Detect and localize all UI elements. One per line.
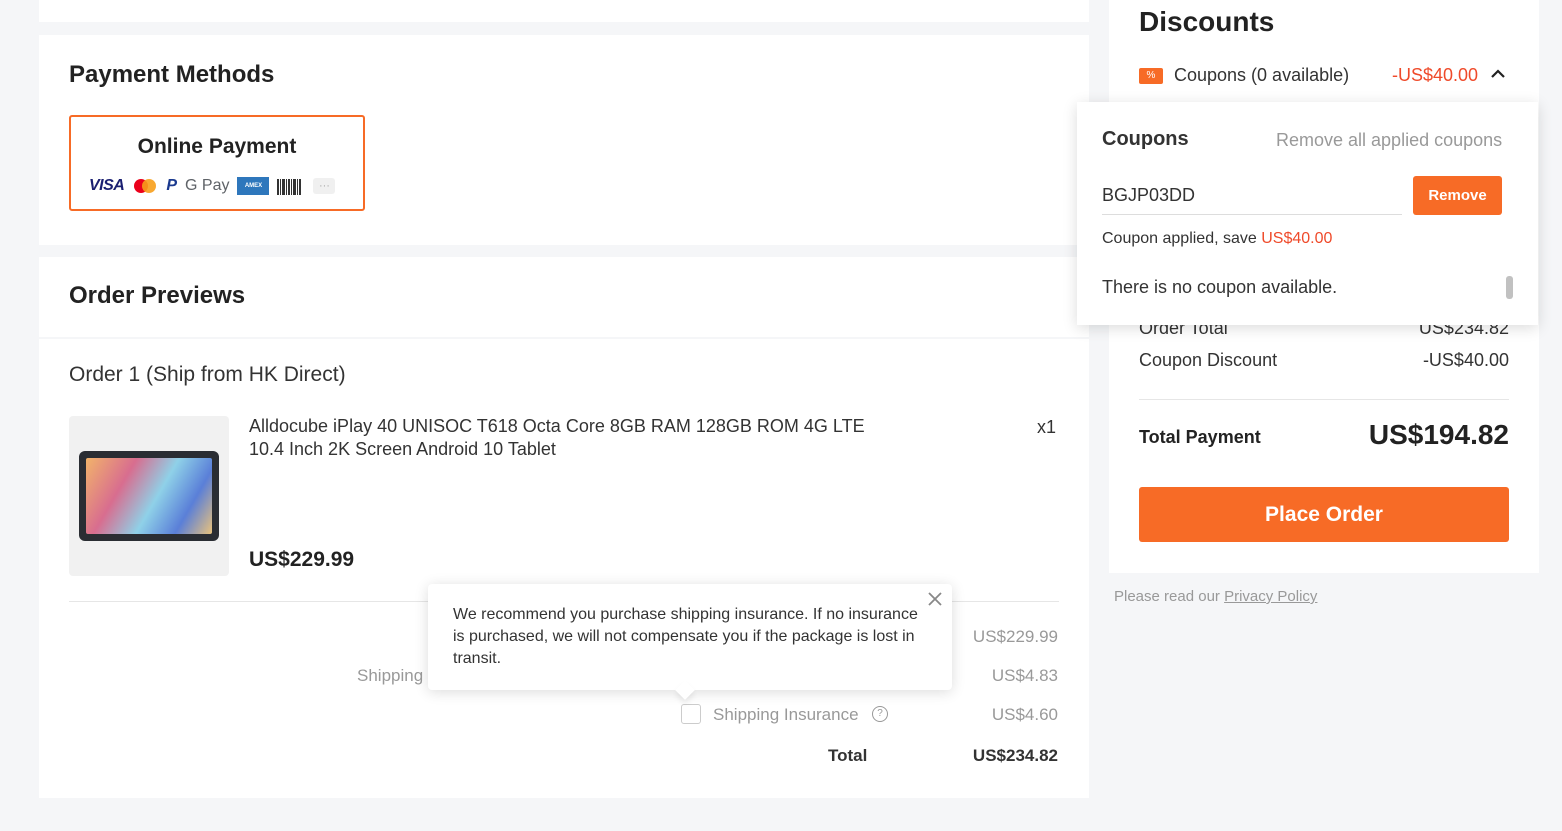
total-payment-label: Total Payment <box>1139 427 1261 447</box>
popup-scrollbar[interactable] <box>1506 276 1513 299</box>
applied-prefix: Coupon applied, save <box>1102 230 1262 247</box>
tooltip-text: We recommend you purchase shipping insur… <box>453 606 918 667</box>
privacy-prefix: Please read our <box>1114 588 1225 605</box>
mastercard-icon <box>134 179 157 193</box>
amex-icon: AMEX <box>237 177 270 195</box>
no-coupon-message: There is no coupon available. <box>1102 277 1338 297</box>
remove-coupon-button[interactable]: Remove <box>1413 176 1502 215</box>
order-label: Order 1 (Ship from HK Direct) <box>69 363 346 386</box>
coupon-discount-value: -US$40.00 <box>1422 350 1509 370</box>
close-icon[interactable] <box>924 588 946 617</box>
paypal-icon: P <box>166 177 178 194</box>
shipping-insurance-value: US$4.60 <box>991 705 1058 724</box>
insurance-tooltip: We recommend you purchase shipping insur… <box>428 584 952 700</box>
tablet-picture <box>79 451 219 541</box>
remove-all-coupons-link[interactable]: Remove all applied coupons <box>1276 130 1502 151</box>
payment-methods-section: Payment Methods Online Payment VISA P G … <box>39 35 1089 245</box>
place-order-button[interactable]: Place Order <box>1139 487 1509 542</box>
online-payment-label: Online Payment <box>137 135 297 158</box>
product-name[interactable]: Alldocube iPlay 40 UNISOC T618 Octa Core… <box>249 415 869 461</box>
coupon-icon: % <box>1139 68 1163 84</box>
applied-amount: US$40.00 <box>1261 230 1333 247</box>
order-total-value: US$234.82 <box>972 746 1058 765</box>
product-image[interactable] <box>69 416 229 576</box>
visa-icon: VISA <box>89 177 125 194</box>
divider <box>1139 399 1509 400</box>
boleto-icon <box>277 177 305 195</box>
previous-section-card <box>39 0 1089 22</box>
product-quantity: x1 <box>1037 417 1057 437</box>
payment-icons: VISA P G Pay AMEX ··· <box>89 175 336 197</box>
coupon-code-input[interactable] <box>1102 176 1402 215</box>
coupon-discount-label: Coupon Discount <box>1139 350 1278 370</box>
coupons-amount[interactable]: -US$40.00 <box>1392 65 1478 86</box>
order-previews-title: Order Previews <box>69 282 246 309</box>
product-price: US$229.99 <box>249 548 355 571</box>
discounts-title: Discounts <box>1139 6 1275 37</box>
coupon-popup-title: Coupons <box>1102 128 1189 150</box>
coupon-popup: Coupons Remove all applied coupons Remov… <box>1077 102 1538 325</box>
order-total-label: Total <box>828 746 868 765</box>
privacy-notice: Please read our Privacy Policy <box>1114 588 1317 605</box>
more-icon: ··· <box>313 178 336 194</box>
help-icon[interactable]: ? <box>872 706 888 722</box>
google-pay-icon: G Pay <box>185 177 230 194</box>
online-payment-option[interactable]: Online Payment VISA P G Pay AMEX ··· <box>69 115 365 211</box>
privacy-policy-link[interactable]: Privacy Policy <box>1224 588 1317 605</box>
shipping-insurance-checkbox[interactable] <box>681 704 701 724</box>
order-card: Order 1 (Ship from HK Direct) Alldocube … <box>39 339 1089 798</box>
coupons-toggle[interactable]: Coupons (0 available) <box>1174 65 1349 86</box>
coupon-applied-message: Coupon applied, save US$40.00 <box>1102 230 1332 248</box>
total-payment-value: US$194.82 <box>1368 419 1509 450</box>
order-previews-header: Order Previews <box>39 257 1089 337</box>
shipping-label: Shipping <box>357 666 424 685</box>
chevron-up-icon[interactable] <box>1490 66 1506 82</box>
shipping-insurance-label[interactable]: Shipping Insurance <box>713 705 859 725</box>
payment-methods-title: Payment Methods <box>69 61 275 88</box>
